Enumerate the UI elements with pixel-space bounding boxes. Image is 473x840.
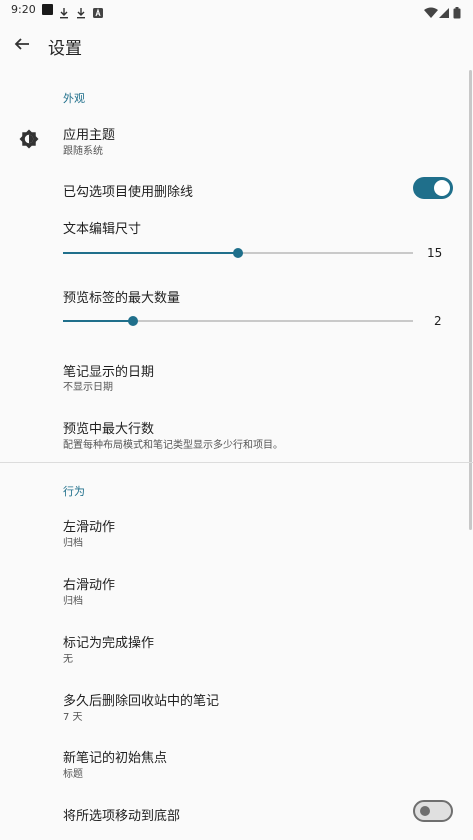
app-a-icon [92, 4, 104, 18]
pref-text-size-title: 文本编辑尺寸 [63, 222, 142, 237]
max-labels-value: 2 [434, 314, 442, 328]
signal-icon [438, 4, 450, 18]
pref-strikethrough-title: 已勾选项目使用删除线 [63, 185, 194, 200]
pref-app-theme-title: 应用主题 [63, 128, 116, 143]
page-title: 设置 [48, 39, 82, 59]
move-checked-switch[interactable] [413, 800, 453, 822]
max-labels-slider[interactable] [63, 315, 413, 327]
section-divider [0, 462, 473, 463]
text-size-value: 15 [427, 246, 443, 260]
scrollbar[interactable] [469, 70, 472, 530]
pref-initial-focus-summary: 标题 [63, 769, 83, 780]
pref-max-lines-title: 预览中最大行数 [63, 422, 155, 437]
pref-initial-focus-title: 新笔记的初始焦点 [63, 751, 168, 766]
slider-thumb[interactable] [128, 316, 138, 326]
status-bar: 9:20 [0, 0, 473, 22]
slider-track-fill [63, 320, 133, 322]
pref-swipe-right-summary: 归档 [63, 596, 83, 607]
pref-max-lines-summary: 配置每种布局模式和笔记类型显示多少行和项目。 [63, 440, 283, 451]
text-size-slider[interactable] [63, 247, 413, 259]
toolbar: 设置 [0, 22, 473, 70]
arrow-back-icon [14, 36, 30, 56]
pref-move-checked-title: 将所选项移动到底部 [63, 809, 181, 824]
back-button[interactable] [8, 32, 36, 60]
notification-square-icon [42, 4, 53, 15]
pref-mark-done-title: 标记为完成操作 [63, 636, 155, 651]
pref-app-theme-summary: 跟随系统 [63, 146, 103, 157]
pref-delete-after-summary: 7 天 [63, 712, 83, 723]
download-icon [75, 4, 87, 19]
pref-swipe-left-title: 左滑动作 [63, 520, 116, 535]
pref-delete-after-title: 多久后删除回收站中的笔记 [63, 694, 220, 709]
switch-knob [434, 180, 450, 196]
pref-max-labels-title: 预览标签的最大数量 [63, 291, 181, 306]
download-icon [58, 4, 70, 19]
pref-mark-done-summary: 无 [63, 654, 73, 665]
pref-swipe-right-title: 右滑动作 [63, 578, 116, 593]
slider-track-fill [63, 252, 238, 254]
status-time: 9:20 [11, 3, 36, 16]
section-header-appearance: 外观 [63, 92, 85, 105]
pref-date-display-summary: 不显示日期 [63, 382, 113, 393]
theme-contrast-icon [19, 129, 39, 149]
section-header-behavior: 行为 [63, 485, 85, 498]
slider-thumb[interactable] [233, 248, 243, 258]
settings-screen: 9:20 设置 外观 应用主题 跟随系统 已勾选项目使用删除线 文本编辑尺寸 1… [0, 0, 473, 840]
switch-knob [420, 806, 430, 816]
strikethrough-switch[interactable] [413, 177, 453, 199]
pref-swipe-left-summary: 归档 [63, 538, 83, 549]
battery-icon [453, 4, 461, 19]
wifi-icon [424, 4, 438, 18]
